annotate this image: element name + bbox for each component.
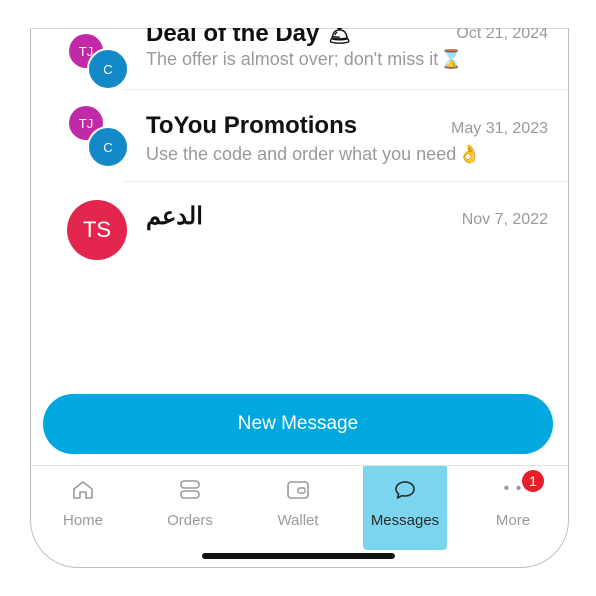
tab-label: Orders [167,512,213,529]
tab-label: More [495,512,531,529]
tab-label: Wallet [277,512,319,529]
home-indicator [202,553,395,559]
orders-icon [179,480,201,500]
avatar-ts: TS [67,200,127,260]
avatar-c: C [87,126,129,168]
conversation-title: الدعم [146,203,203,230]
bell-icon: 🛎 [328,28,351,45]
chat-icon [393,480,417,500]
conversation-preview: Use the code and order what you need 👌 [146,144,481,164]
new-message-button[interactable]: New Message [43,394,553,454]
conversation-date: Nov 7, 2022 [461,211,548,228]
tab-wallet[interactable]: Wallet [256,466,340,550]
wallet-icon [286,480,310,500]
conversation-preview: The offer is almost over; don't miss it ⌛ [146,49,463,69]
hourglass-icon: ⌛ [440,49,463,69]
conversation-row-deal-of-the-day[interactable]: TJ C Deal of the Day 🛎 Oct 21, 2024 The … [31,28,568,90]
tab-messages[interactable]: Messages [363,466,447,550]
conversation-date: Oct 21, 2024 [456,28,548,42]
conversation-date: May 31, 2023 [451,120,548,137]
conversation-row-support[interactable]: TS الدعم Nov 7, 2022 [31,182,568,274]
tab-home[interactable]: Home [41,466,125,550]
tab-label: Messages [370,512,440,529]
tab-orders[interactable]: Orders [148,466,232,550]
ok-hand-icon: 👌 [458,144,481,164]
avatar-c: C [87,48,129,90]
more-icon: • • [503,480,523,497]
conversation-title: Deal of the Day 🛎 [146,28,351,48]
conversation-row-toyou-promotions[interactable]: TJ C ToYou Promotions May 31, 2023 Use t… [31,90,568,182]
tab-label: Home [62,512,103,529]
home-icon [72,480,94,500]
app-screen: TJ C Deal of the Day 🛎 Oct 21, 2024 The … [30,28,569,568]
tab-more[interactable]: • • 1 More [471,466,555,550]
notification-badge: 1 [522,470,544,492]
conversation-title: ToYou Promotions [146,112,358,139]
